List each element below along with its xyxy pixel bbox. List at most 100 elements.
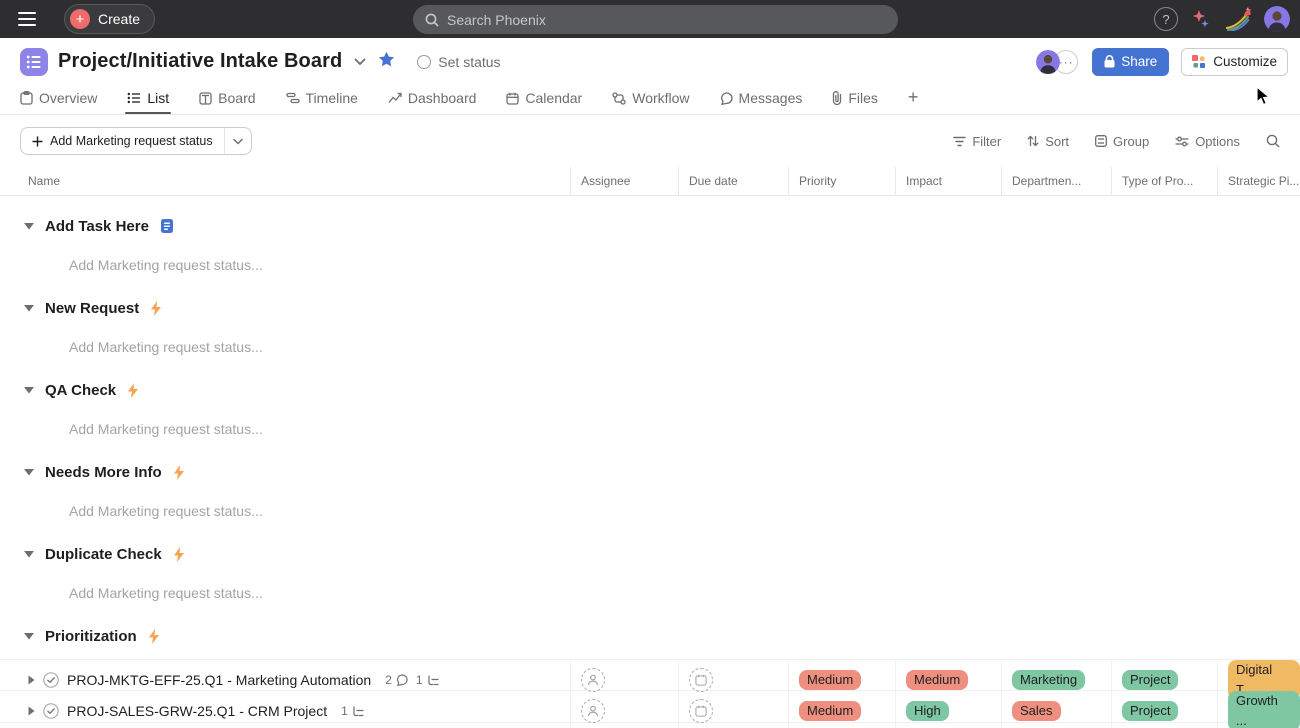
add-status-dropdown[interactable]	[224, 128, 251, 154]
tab-calendar[interactable]: Calendar	[506, 85, 582, 111]
column-header-assignee[interactable]: Assignee	[570, 167, 678, 195]
task-name[interactable]: PROJ-SALES-GRW-25.Q1 - CRM Project	[67, 703, 327, 719]
filter-icon	[953, 136, 966, 147]
disclosure-triangle-icon[interactable]	[24, 469, 34, 476]
impact-cell[interactable]: High	[895, 691, 1001, 728]
disclosure-triangle-icon[interactable]	[24, 305, 34, 312]
priority-badge[interactable]: Medium	[799, 670, 861, 690]
priority-badge[interactable]: Medium	[799, 701, 861, 721]
group-icon	[1095, 135, 1107, 147]
add-task-placeholder[interactable]: Add Marketing request status...	[0, 495, 1300, 527]
timeline-icon	[286, 92, 300, 104]
section-header[interactable]: QA Check	[0, 374, 1300, 406]
column-header-department[interactable]: Departmen...	[1001, 167, 1111, 195]
share-label: Share	[1121, 54, 1157, 69]
project-list-icon[interactable]	[20, 48, 48, 76]
create-button[interactable]: + Create	[64, 4, 155, 34]
column-header-due-date[interactable]: Due date	[678, 167, 788, 195]
share-button[interactable]: Share	[1092, 48, 1169, 76]
comment-icon	[396, 674, 408, 686]
star-icon[interactable]	[378, 51, 395, 73]
options-button[interactable]: Options	[1175, 134, 1240, 149]
tab-files[interactable]: Files	[832, 85, 878, 111]
collaborator-avatar[interactable]	[1036, 50, 1060, 74]
type-cell[interactable]: Project	[1111, 691, 1217, 728]
task-row[interactable]: PROJ-MKTG-EFF-25.Q1 - Marketing Automati…	[0, 659, 1300, 691]
assignee-cell[interactable]	[570, 691, 678, 728]
messages-icon	[720, 92, 733, 105]
disclosure-triangle-icon[interactable]	[24, 223, 34, 230]
tab-dashboard[interactable]: Dashboard	[388, 85, 477, 111]
set-status-button[interactable]: Set status	[417, 54, 500, 70]
search-input[interactable]: Search Phoenix	[413, 5, 898, 34]
bolt-icon	[150, 301, 162, 316]
column-header-name[interactable]: Name	[0, 167, 570, 195]
column-header-priority[interactable]: Priority	[788, 167, 895, 195]
task-row[interactable]: PROJ-SALES-GRW-25.Q1 - CRM Project 1	[0, 691, 1300, 723]
column-header-impact[interactable]: Impact	[895, 167, 1001, 195]
group-button[interactable]: Group	[1095, 134, 1149, 149]
tab-list[interactable]: List	[127, 85, 169, 111]
help-icon: ?	[1162, 12, 1169, 27]
task-name[interactable]: PROJ-MKTG-EFF-25.Q1 - Marketing Automati…	[67, 672, 371, 688]
department-badge[interactable]: Sales	[1012, 701, 1061, 721]
tab-timeline[interactable]: Timeline	[286, 85, 358, 111]
customize-button[interactable]: Customize	[1181, 48, 1288, 76]
section-header[interactable]: Needs More Info	[0, 456, 1300, 488]
column-header-type[interactable]: Type of Pro...	[1111, 167, 1217, 195]
add-task-placeholder[interactable]: Add Marketing request status...	[0, 577, 1300, 609]
lock-icon	[1104, 55, 1115, 68]
priority-cell[interactable]: Medium	[788, 691, 895, 728]
section-header[interactable]: Add Task Here	[0, 210, 1300, 242]
section-header[interactable]: Duplicate Check	[0, 538, 1300, 570]
subtask-count: 1	[416, 673, 423, 687]
tab-workflow[interactable]: Workflow	[612, 85, 689, 111]
add-tab-button[interactable]: +	[908, 85, 919, 109]
impact-badge[interactable]: Medium	[906, 670, 968, 690]
filter-button[interactable]: Filter	[953, 134, 1001, 149]
view-tabs: Overview List Board Timeline Dashboard C…	[0, 85, 1300, 115]
tab-overview[interactable]: Overview	[20, 85, 97, 111]
section-header[interactable]: New Request	[0, 292, 1300, 324]
hamburger-menu-icon[interactable]	[0, 0, 40, 38]
add-task-placeholder[interactable]: Add Marketing request status...	[0, 331, 1300, 363]
comment-count: 2	[385, 673, 392, 687]
expand-caret-icon[interactable]	[28, 706, 35, 716]
disclosure-triangle-icon[interactable]	[24, 551, 34, 558]
add-status-split-button[interactable]: Add Marketing request status	[20, 127, 252, 155]
tab-board[interactable]: Board	[199, 85, 255, 111]
add-task-placeholder[interactable]: Add Marketing request status...	[0, 249, 1300, 281]
department-badge[interactable]: Marketing	[1012, 670, 1085, 690]
add-task-placeholder[interactable]: Add Marketing request status...	[0, 413, 1300, 445]
task-list: Add Task Here Add Marketing request stat…	[0, 196, 1300, 723]
due-date-cell[interactable]	[678, 691, 788, 728]
search-placeholder: Search Phoenix	[447, 12, 546, 28]
chevron-down-icon[interactable]	[354, 53, 366, 71]
due-date-placeholder-icon	[689, 668, 713, 692]
user-avatar[interactable]	[1264, 6, 1290, 32]
disclosure-triangle-icon[interactable]	[24, 387, 34, 394]
impact-badge[interactable]: High	[906, 701, 949, 721]
sort-button[interactable]: Sort	[1027, 134, 1069, 149]
type-badge[interactable]: Project	[1122, 701, 1178, 721]
expand-caret-icon[interactable]	[28, 675, 35, 685]
section-header[interactable]: Prioritization	[0, 620, 1300, 652]
search-tasks-button[interactable]	[1266, 134, 1280, 148]
strategic-badge[interactable]: Growth ...	[1228, 691, 1300, 728]
add-status-button[interactable]: Add Marketing request status	[21, 128, 224, 154]
phoenix-mascot-icon[interactable]	[1224, 7, 1252, 31]
search-icon	[425, 13, 439, 27]
strategic-cell[interactable]: Growth ...	[1217, 691, 1300, 728]
column-header-strategic[interactable]: Strategic Pi...	[1217, 167, 1300, 195]
department-cell[interactable]: Sales	[1001, 691, 1111, 728]
section-qa-check: QA Check Add Marketing request status...	[0, 374, 1300, 445]
check-circle-icon[interactable]	[43, 672, 59, 688]
set-status-label: Set status	[438, 54, 500, 70]
type-badge[interactable]: Project	[1122, 670, 1178, 690]
ai-sparkles-icon[interactable]	[1190, 8, 1212, 30]
document-icon	[160, 218, 174, 234]
check-circle-icon[interactable]	[43, 703, 59, 719]
disclosure-triangle-icon[interactable]	[24, 633, 34, 640]
tab-messages[interactable]: Messages	[720, 85, 803, 111]
help-button[interactable]: ?	[1154, 7, 1178, 31]
